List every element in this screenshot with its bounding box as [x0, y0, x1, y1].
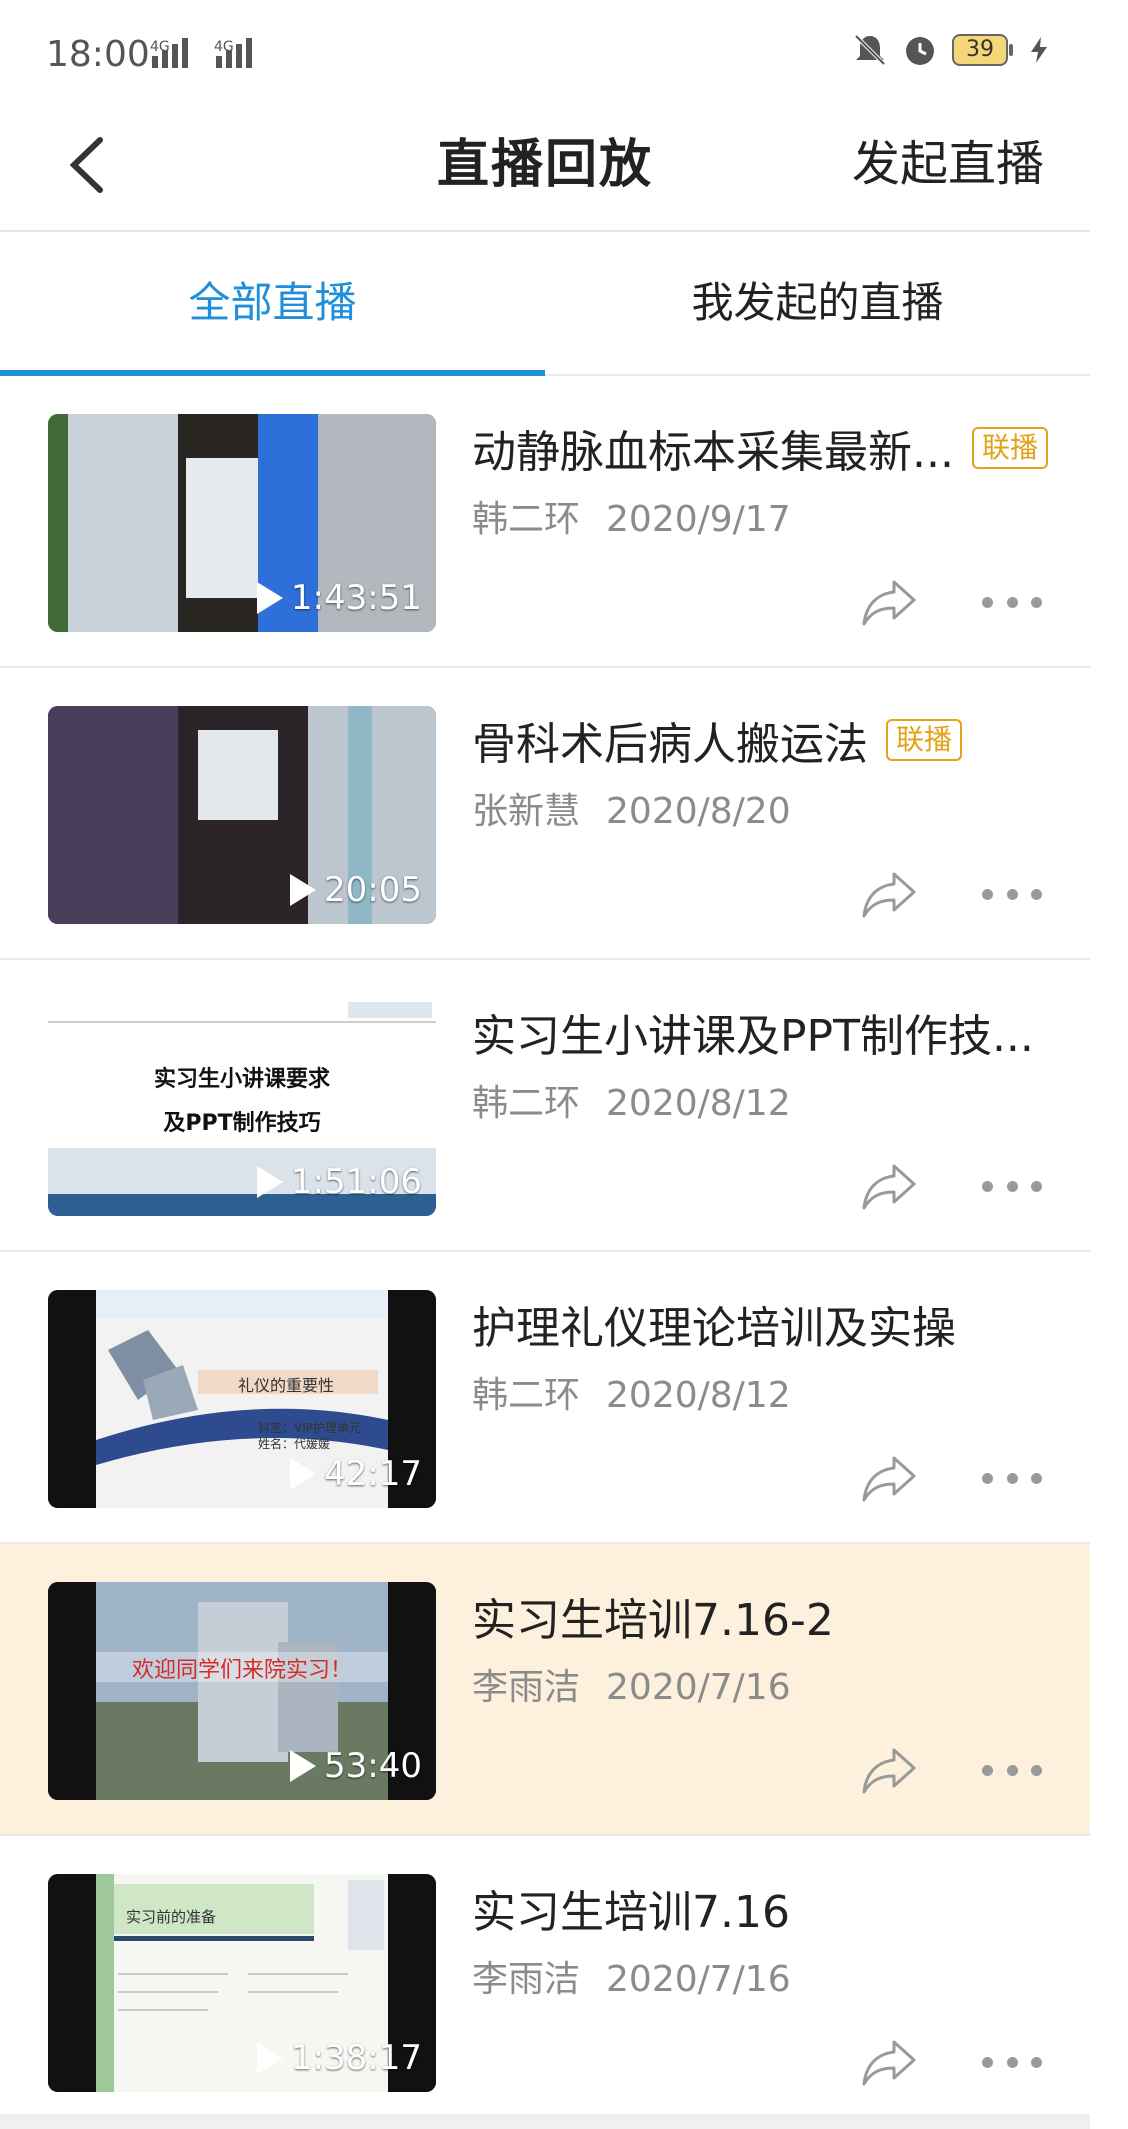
item-author: 李雨洁: [472, 1667, 581, 1708]
list-item[interactable]: 1:43:51 动静脉血标本采集最新... 联播 韩二环 2020/9/17: [0, 376, 1090, 668]
item-title-text: 动静脉血标本采集最新...: [472, 427, 954, 478]
list-item[interactable]: 实习生小讲课要求 及PPT制作技巧 1:51:06 实习生小讲课及PPT制作技.…: [0, 960, 1090, 1252]
share-icon[interactable]: [858, 1160, 920, 1212]
mute-bell-icon: [854, 34, 886, 66]
play-icon: [290, 1750, 317, 1782]
share-icon[interactable]: [858, 1452, 920, 1504]
item-title-text: 实习生培训7.16-2: [472, 1595, 834, 1646]
slide-heading: 礼仪的重要性: [238, 1376, 335, 1395]
video-thumbnail[interactable]: 欢迎同学们来院实习！ 53:40: [48, 1582, 436, 1800]
item-title: 骨科术后病人搬运法 联播: [472, 708, 963, 772]
item-author: 韩二环: [472, 499, 581, 540]
battery-indicator: 39: [952, 34, 1013, 66]
slide-heading: 实习前的准备: [126, 1908, 217, 1926]
list-item[interactable]: 礼仪的重要性 科室：VIP护理单元 姓名：代媛媛 42:17 护理礼仪理论培训及…: [0, 1252, 1090, 1544]
item-date: 2020/8/12: [606, 1375, 791, 1416]
list-item[interactable]: 欢迎同学们来院实习！ 53:40 实习生培训7.16-2 李雨洁 2020/7/1…: [0, 1544, 1090, 1836]
tab-my-live[interactable]: 我发起的直播: [545, 232, 1090, 374]
item-date: 2020/9/17: [606, 499, 791, 540]
video-duration: 53:40: [290, 1746, 422, 1786]
play-icon: [256, 582, 283, 614]
video-duration: 1:43:51: [256, 578, 422, 618]
status-time: 18:00: [46, 34, 150, 75]
more-options-icon[interactable]: [982, 882, 1042, 906]
item-author: 韩二环: [472, 1375, 581, 1416]
video-duration: 42:17: [290, 1454, 422, 1494]
item-title-text: 实习生小讲课及PPT制作技...: [472, 1011, 1034, 1062]
tab-bar: 全部直播 我发起的直播: [0, 232, 1090, 376]
item-date: 2020/7/16: [606, 1667, 791, 1708]
video-duration: 1:51:06: [256, 1162, 422, 1202]
share-icon[interactable]: [858, 576, 920, 628]
share-icon[interactable]: [858, 868, 920, 920]
item-meta: 李雨洁 2020/7/16: [472, 1658, 791, 1710]
nav-header: 直播回放 发起直播: [0, 106, 1090, 232]
item-author: 李雨洁: [472, 1959, 581, 2000]
charging-icon: [1031, 37, 1047, 63]
item-date: 2020/7/16: [606, 1959, 791, 2000]
item-author: 韩二环: [472, 1083, 581, 1124]
list-item[interactable]: 实习前的准备 1:38:17 实习生培训7.16 李雨洁 2020/7/16: [0, 1836, 1090, 2126]
tab-all-live[interactable]: 全部直播: [0, 232, 545, 374]
alarm-icon: [906, 37, 934, 65]
video-thumbnail[interactable]: 实习生小讲课要求 及PPT制作技巧 1:51:06: [48, 998, 436, 1216]
video-thumbnail[interactable]: 1:43:51: [48, 414, 436, 632]
video-thumbnail[interactable]: 实习前的准备 1:38:17: [48, 1874, 436, 2092]
item-meta: 韩二环 2020/8/12: [472, 1074, 791, 1126]
play-icon: [290, 1458, 317, 1490]
video-duration: 1:38:17: [256, 2038, 422, 2078]
signal-icon-2: [216, 38, 252, 68]
item-meta: 韩二环 2020/8/12: [472, 1366, 791, 1418]
item-title: 动静脉血标本采集最新... 联播: [472, 416, 1048, 480]
start-live-button[interactable]: 发起直播: [852, 124, 1044, 194]
item-title-text: 骨科术后病人搬运法: [472, 719, 868, 770]
list-item[interactable]: 20:05 骨科术后病人搬运法 联播 张新慧 2020/8/20: [0, 668, 1090, 960]
item-title-text: 护理礼仪理论培训及实操: [472, 1303, 956, 1354]
video-thumbnail[interactable]: 礼仪的重要性 科室：VIP护理单元 姓名：代媛媛 42:17: [48, 1290, 436, 1508]
play-icon: [256, 2042, 283, 2074]
co-broadcast-badge: 联播: [886, 719, 963, 761]
bottom-edge: [0, 2114, 1090, 2129]
video-duration: 20:05: [290, 870, 422, 910]
co-broadcast-badge: 联播: [971, 427, 1048, 469]
item-title: 护理礼仪理论培训及实操: [472, 1292, 956, 1356]
play-icon: [256, 1166, 283, 1198]
live-replay-page: 18:00 4G 4G 39 直播回放 发起直播 全部直播 我发起的直播 1:4…: [0, 0, 1090, 2129]
more-options-icon[interactable]: [982, 590, 1042, 614]
video-thumbnail[interactable]: 20:05: [48, 706, 436, 924]
share-icon[interactable]: [858, 1744, 920, 1796]
more-options-icon[interactable]: [982, 2050, 1042, 2074]
slide-text: 科室：VIP护理单元 姓名：代媛媛: [258, 1421, 361, 1451]
right-gutter: [1090, 0, 1128, 2129]
item-date: 2020/8/12: [606, 1083, 791, 1124]
item-author: 张新慧: [472, 791, 581, 832]
slide-title: 实习生小讲课要求 及PPT制作技巧: [153, 1067, 330, 1136]
more-options-icon[interactable]: [982, 1466, 1042, 1490]
signal-icon-1: [152, 38, 188, 68]
item-title: 实习生小讲课及PPT制作技...: [472, 1000, 1034, 1064]
item-date: 2020/8/20: [606, 791, 791, 832]
status-bar: 18:00 4G 4G 39: [0, 0, 1090, 106]
play-icon: [290, 874, 317, 906]
more-options-icon[interactable]: [982, 1758, 1042, 1782]
item-meta: 张新慧 2020/8/20: [472, 782, 791, 834]
slide-banner: 欢迎同学们来院实习！: [131, 1658, 352, 1683]
item-title: 实习生培训7.16-2: [472, 1584, 834, 1648]
replay-list: 1:43:51 动静脉血标本采集最新... 联播 韩二环 2020/9/17 2…: [0, 376, 1090, 2126]
item-title: 实习生培训7.16: [472, 1876, 790, 1940]
item-meta: 韩二环 2020/9/17: [472, 490, 791, 542]
item-title-text: 实习生培训7.16: [472, 1887, 790, 1938]
status-icons: 39: [852, 32, 1050, 68]
item-meta: 李雨洁 2020/7/16: [472, 1950, 791, 2002]
more-options-icon[interactable]: [982, 1174, 1042, 1198]
share-icon[interactable]: [858, 2036, 920, 2088]
